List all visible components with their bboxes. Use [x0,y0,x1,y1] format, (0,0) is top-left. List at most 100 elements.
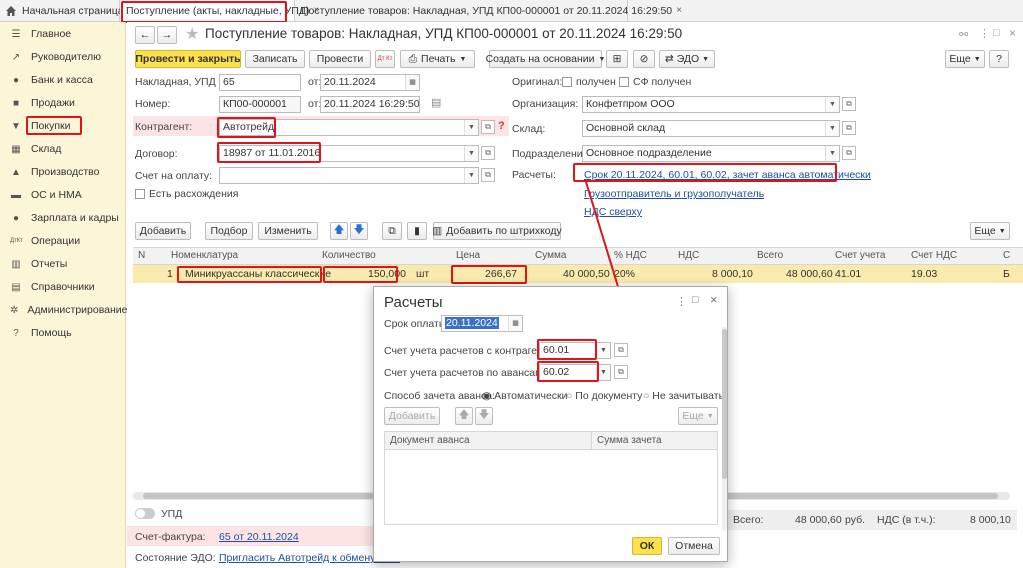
warehouse-field[interactable]: Основной склад ▼ [582,120,840,137]
dialog-move-down-button[interactable]: 🡇 [475,407,493,425]
back-button[interactable]: ← [135,26,155,44]
cell-total[interactable]: 48 000,60 [786,268,833,280]
contract-field[interactable]: 18987 от 11.01.2016 ▼ [219,145,479,162]
open-advance-account-button[interactable]: ⧉ [614,365,628,379]
save-button[interactable]: Записать [245,50,305,68]
col-offset-sum[interactable]: Сумма зачета [597,435,662,446]
calendar-icon[interactable]: ▦ [508,316,522,331]
organization-field[interactable]: Конфетпром ООО ▼ [582,96,840,113]
open-warehouse-button[interactable]: ⧉ [842,121,856,135]
more-vertical-icon[interactable]: ⋮ [676,295,687,308]
col-vat-rate[interactable]: % НДС [614,250,647,261]
open-payment-account-button[interactable]: ⧉ [481,168,495,182]
dt-kt-button[interactable]: Дт Кт [375,50,395,68]
forward-button[interactable]: → [157,26,177,44]
sf-link[interactable]: 65 от 20.11.2024 [219,531,299,543]
star-icon[interactable]: ★ [185,24,199,44]
dialog-move-up-button[interactable]: 🡅 [455,407,473,425]
advance-account-field[interactable]: 60.02 ▼ [539,364,611,381]
open-contract-button[interactable]: ⧉ [481,146,495,160]
ok-button[interactable]: ОК [632,537,662,555]
col-qty[interactable]: Количество [322,250,376,261]
table-row[interactable]: 1 Миникруассаны классические 150,000 шт … [133,265,1023,283]
help-button[interactable]: ? [989,50,1009,68]
col-advance-doc[interactable]: Документ аванса [390,435,470,446]
due-date-field[interactable]: 20.11.2024 ▦ [441,315,523,332]
counterparty-account-field[interactable]: 60.01 ▼ [539,342,611,359]
calendar-icon[interactable]: ▦ [405,75,419,90]
dialog-scrollbar[interactable] [722,327,727,531]
col-extra[interactable]: С [1003,250,1010,261]
sidebar-item-assets[interactable]: ▬ ОС и НМА [0,184,126,206]
sidebar-item-directories[interactable]: ▤ Справочники [0,276,126,298]
number-date-field[interactable]: 20.11.2024 16:29:50 [320,96,420,113]
col-account[interactable]: Счет учета [835,250,885,261]
sidebar-item-manager[interactable]: ↗ Руководителю [0,46,126,68]
col-sum[interactable]: Сумма [535,250,566,261]
question-icon[interactable]: ? [498,120,505,132]
cell-vat-rate[interactable]: 20% [614,268,635,280]
edo-button[interactable]: ⇄ ЭДО ▼ [659,50,715,68]
invoice-number-field[interactable]: 65 [219,74,301,91]
sidebar-item-purchases[interactable]: ▼ Покупки [0,115,126,137]
number-field[interactable]: КП00-000001 [219,96,301,113]
close-icon[interactable]: × [676,5,682,16]
radio-no-offset[interactable]: ○ Не зачитывать [643,390,724,402]
maximize-icon[interactable]: □ [692,294,699,306]
move-down-button[interactable]: 🡇 [350,222,368,240]
col-item[interactable]: Номенклатура [171,250,238,261]
dialog-add-button[interactable]: Добавить [384,407,440,425]
division-field[interactable]: Основное подразделение ▼ [582,145,840,162]
close-icon[interactable]: × [1009,26,1016,40]
upd-toggle[interactable] [135,508,155,519]
shipper-consignee-link[interactable]: Грузоотправитель и грузополучатель [584,188,764,200]
original-received-checkbox[interactable]: получен [562,76,616,88]
sidebar-item-warehouse[interactable]: ▦ Склад [0,138,126,160]
attach-button[interactable]: ⊘ [633,50,655,68]
cell-item[interactable]: Миникруассаны классические [185,268,331,280]
post-button[interactable]: Провести [309,50,371,68]
counterparty-field[interactable]: Автотрейд ▼ [219,119,479,136]
sidebar-item-sales[interactable]: ■ Продажи [0,92,126,114]
cell-price[interactable]: 266,67 [485,268,517,280]
maximize-icon[interactable]: □ [993,27,1000,39]
cell-vat-account[interactable]: 19.03 [911,268,937,280]
col-total[interactable]: Всего [757,250,783,261]
open-counterparty-account-button[interactable]: ⧉ [614,343,628,357]
link-icon[interactable]: ⚯ [959,28,968,41]
col-price[interactable]: Цена [456,250,480,261]
sidebar-item-admin[interactable]: ✲ Администрирование [0,299,128,321]
history-icon[interactable]: ▤ [431,96,441,109]
chevron-down-icon[interactable]: ▼ [596,365,610,380]
tab-receipts-list[interactable]: Поступление (акты, накладные, УПД) × [120,0,319,21]
move-up-button[interactable]: 🡅 [330,222,348,240]
delete-button[interactable]: ▮ [407,222,427,240]
open-counterparty-button[interactable]: ⧉ [481,120,495,134]
sidebar-item-operations[interactable]: ДтКт Операции [0,230,126,252]
chevron-down-icon[interactable]: ▼ [464,120,478,135]
sidebar-item-help[interactable]: ? Помощь [0,322,126,344]
structure-button[interactable]: ⊞ [606,50,628,68]
radio-auto[interactable]: ◉ Автоматически [482,390,568,402]
radio-by-document[interactable]: ○ По документу [566,390,642,402]
change-button[interactable]: Изменить [258,222,318,240]
copy-button[interactable]: ⧉ [382,222,402,240]
col-vat-account[interactable]: Счет НДС [911,250,957,261]
chevron-down-icon[interactable]: ▼ [464,168,478,183]
tab-receipt-document[interactable]: Поступление товаров: Накладная, УПД КП00… [295,0,682,21]
chevron-down-icon[interactable]: ▼ [464,146,478,161]
sidebar-item-production[interactable]: ▲ Производство [0,161,126,183]
close-icon[interactable]: × [710,292,718,307]
payment-account-field[interactable]: ▼ [219,167,479,184]
cell-sum[interactable]: 40 000,50 [563,268,610,280]
create-based-on-button[interactable]: Создать на основании ▼ [486,50,605,68]
cell-qty[interactable]: 150,000 [368,268,406,280]
pick-button[interactable]: Подбор [205,222,253,240]
add-by-barcode-button[interactable]: ▥ Добавить по штрихкоду [432,222,562,240]
cell-extra[interactable]: Б [1003,268,1010,280]
cell-account[interactable]: 41.01 [835,268,861,280]
sidebar-item-main[interactable]: ☰ Главное [0,23,126,45]
tab-home[interactable]: Начальная страница [0,0,124,21]
vat-on-top-link[interactable]: НДС сверху [584,206,642,218]
cell-vat[interactable]: 8 000,10 [712,268,753,280]
